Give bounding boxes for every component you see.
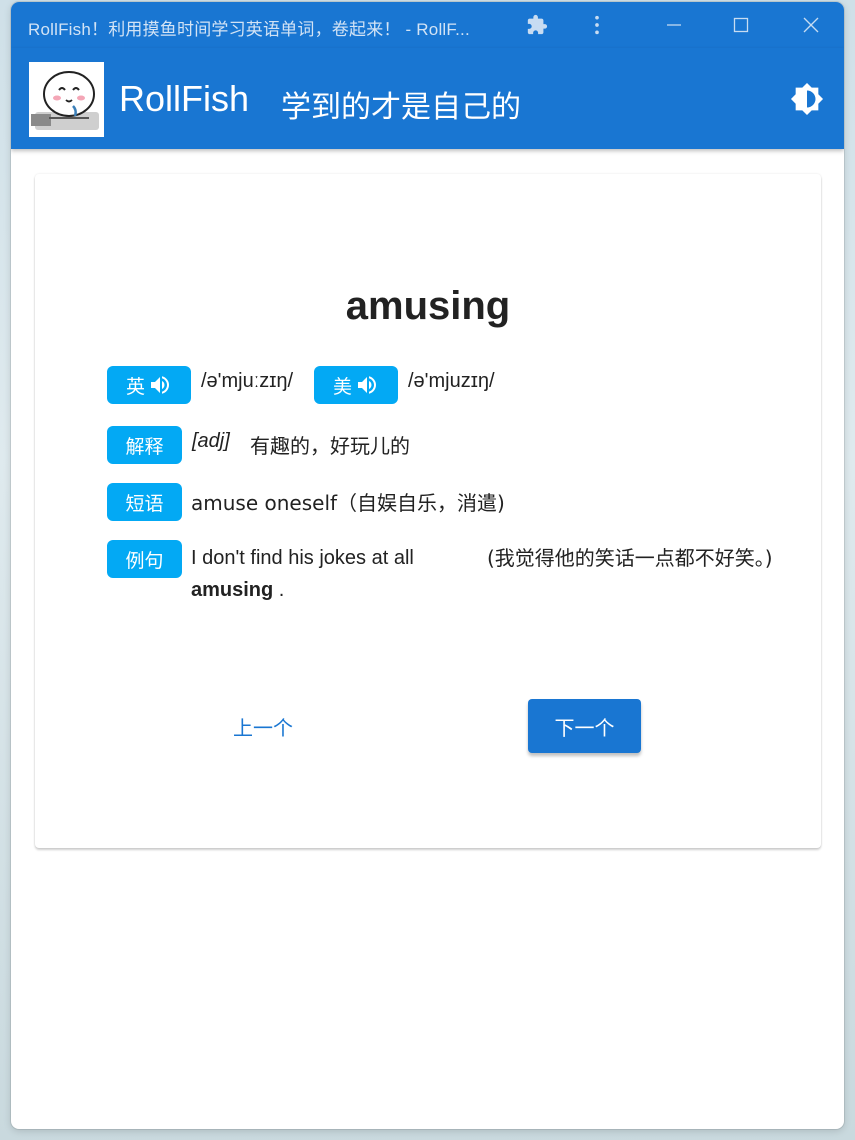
app-window: RollFish！利用摸鱼时间学习英语单词，卷起来！ - RollF... Ro… bbox=[11, 2, 844, 1129]
word-title: amusing bbox=[345, 284, 511, 328]
window-title: RollFish！利用摸鱼时间学习英语单词，卷起来！ - RollF... bbox=[28, 20, 470, 39]
us-label: 美 bbox=[332, 375, 352, 398]
uk-phonetic: /ə'mjuːzɪŋ/ bbox=[201, 370, 294, 392]
minimize-icon[interactable] bbox=[662, 13, 686, 37]
us-pronounce-button[interactable]: 美 bbox=[314, 366, 398, 404]
phrase-text: amuse oneself（自娱自乐，消遣) bbox=[191, 491, 505, 515]
word-card: amusing 英 /ə'mjuːzɪŋ/ 美 /ə'mjuzɪŋ/ 解释 [a… bbox=[35, 174, 821, 848]
brightness-icon bbox=[790, 82, 824, 121]
app-logo bbox=[29, 62, 104, 137]
window-titlebar[interactable]: RollFish！利用摸鱼时间学习英语单词，卷起来！ - RollF... bbox=[11, 2, 844, 48]
definition-label: 解释 bbox=[107, 426, 182, 464]
app-slogan: 学到的才是自己的 bbox=[281, 90, 521, 125]
example-english: I don't find his jokes at all amusing . bbox=[191, 542, 461, 606]
app-name: RollFish bbox=[119, 78, 250, 119]
example-english-end: . bbox=[273, 579, 285, 601]
more-vertical-icon[interactable] bbox=[585, 13, 609, 37]
maximize-icon[interactable] bbox=[729, 13, 753, 37]
example-english-text: I don't find his jokes at all bbox=[191, 547, 414, 569]
uk-label: 英 bbox=[125, 375, 145, 398]
example-chinese: (我觉得他的笑话一点都不好笑。) bbox=[487, 546, 773, 570]
us-phonetic: /ə'mjuzɪŋ/ bbox=[408, 370, 495, 392]
theme-toggle-button[interactable] bbox=[790, 82, 824, 121]
example-highlight-word: amusing bbox=[191, 579, 274, 601]
puzzle-icon[interactable] bbox=[525, 13, 549, 37]
uk-pronounce-button[interactable]: 英 bbox=[107, 366, 191, 404]
speaker-icon bbox=[148, 373, 172, 397]
previous-button[interactable]: 上一个 bbox=[218, 701, 308, 751]
part-of-speech: [adj] bbox=[192, 430, 230, 452]
app-header: RollFish 学到的才是自己的 bbox=[11, 48, 844, 149]
example-label: 例句 bbox=[107, 540, 182, 578]
definition-text: 有趣的，好玩儿的 bbox=[250, 434, 410, 458]
phrase-label: 短语 bbox=[107, 483, 182, 521]
speaker-icon bbox=[355, 373, 379, 397]
next-button[interactable]: 下一个 bbox=[528, 699, 641, 753]
close-icon[interactable] bbox=[799, 13, 823, 37]
